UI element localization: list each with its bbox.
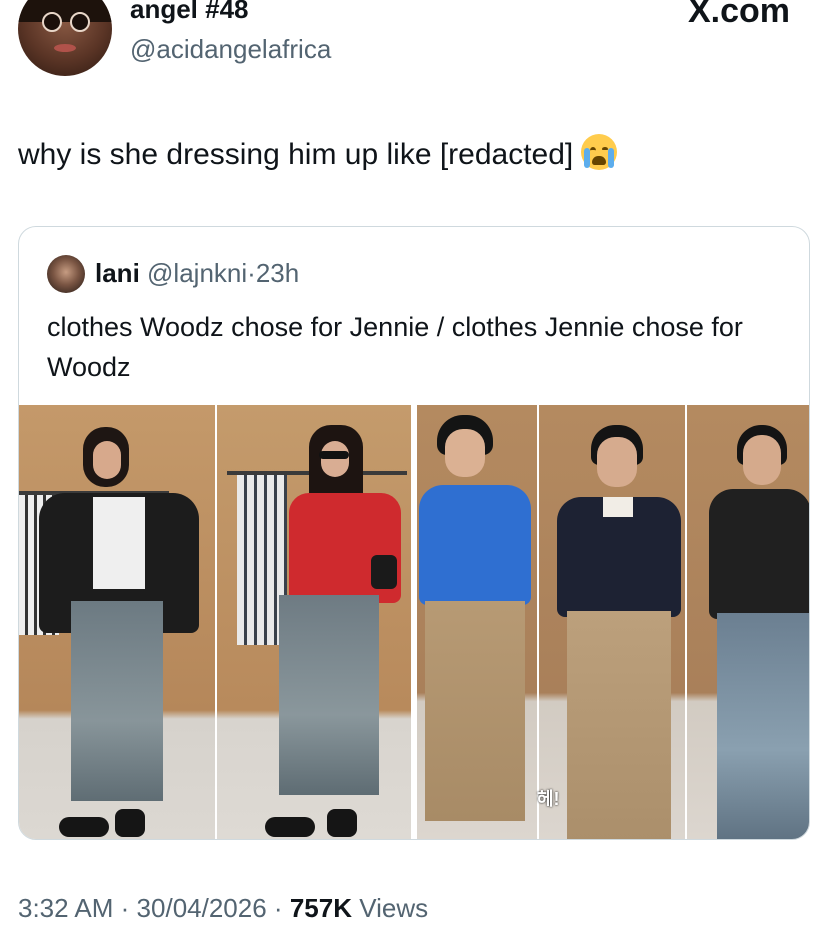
sunglasses xyxy=(319,451,349,459)
blue-polo xyxy=(419,485,531,605)
quoted-author-avatar[interactable] xyxy=(47,255,85,293)
graphic-tee xyxy=(93,497,145,589)
author-display-name[interactable]: angel #48 xyxy=(130,0,249,24)
shoe xyxy=(59,817,109,837)
avatar-mouth xyxy=(54,44,76,52)
photo-woodz-outfits[interactable]: 헤! xyxy=(417,405,809,839)
tweet-date[interactable]: 30/04/2026 xyxy=(137,893,267,923)
brand-watermark: X.com xyxy=(687,0,790,30)
shoe xyxy=(327,809,357,837)
face xyxy=(321,441,349,477)
video-caption: 헤! xyxy=(537,789,560,809)
tweet-text: why is she dressing him up like [redacte… xyxy=(18,134,618,175)
khaki-trousers xyxy=(567,611,671,839)
photo-jennie-leather-jacket[interactable] xyxy=(19,405,215,839)
shoe xyxy=(265,817,315,837)
author-handle[interactable]: @acidangelafrica xyxy=(130,34,331,64)
face xyxy=(93,441,121,479)
denim-maxi-skirt xyxy=(71,601,163,801)
black-top xyxy=(709,489,809,619)
avatar-hair xyxy=(18,0,112,22)
quoted-tweet-text: clothes Woodz chose for Jennie / clothes… xyxy=(47,312,743,382)
author-avatar[interactable] xyxy=(18,0,112,76)
photo-divider xyxy=(537,405,539,839)
avatar-eye xyxy=(70,12,90,32)
quoted-tweet-header: lani @lajnkni·23h xyxy=(95,257,299,289)
separator-dot: · xyxy=(273,893,283,923)
khaki-trousers xyxy=(425,601,525,821)
face xyxy=(743,435,781,485)
views-label: Views xyxy=(359,893,429,923)
tweet-body: why is she dressing him up like [redacte… xyxy=(18,138,574,171)
avatar-eye xyxy=(42,12,62,32)
handbag xyxy=(371,555,397,589)
face xyxy=(597,437,637,487)
face xyxy=(445,429,485,477)
jeans xyxy=(717,613,809,839)
denim-maxi-skirt xyxy=(279,595,379,795)
shoe xyxy=(115,809,145,837)
quoted-tweet-age[interactable]: 23h xyxy=(256,258,299,288)
loudly-crying-face-icon xyxy=(581,134,618,170)
tweet-time[interactable]: 3:32 AM xyxy=(18,893,113,923)
polo-collar xyxy=(603,497,633,517)
separator-dot: · xyxy=(120,893,130,923)
quoted-tweet-card[interactable]: lani @lajnkni·23h clothes Woodz chose fo… xyxy=(18,226,810,840)
tweet-meta: 3:32 AM · 30/04/2026 · 757K Views xyxy=(18,892,428,924)
photo-jennie-red-cardigan[interactable] xyxy=(217,405,411,839)
views-count[interactable]: 757K xyxy=(290,893,352,923)
quoted-author-name[interactable]: lani xyxy=(95,258,140,288)
separator-dot: · xyxy=(247,258,256,288)
photo-divider xyxy=(685,405,687,839)
quoted-author-handle[interactable]: @lajnkni xyxy=(147,258,247,288)
